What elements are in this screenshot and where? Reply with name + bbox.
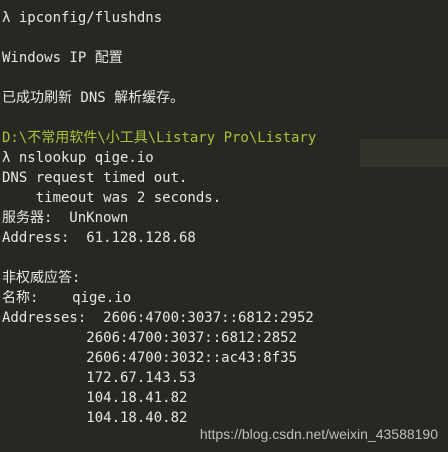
terminal-line-address: 104.18.40.82 bbox=[2, 410, 188, 426]
terminal-line-server: 服务器: UnKnown bbox=[2, 210, 129, 226]
terminal-line-name: 名称: qige.io bbox=[2, 290, 132, 306]
terminal-line-command-nslookup: λ nslookup qige.io bbox=[2, 150, 154, 166]
terminal-line-address: 104.18.41.82 bbox=[2, 390, 188, 406]
terminal-line-address: 172.67.143.53 bbox=[2, 370, 196, 386]
terminal-line-server-address: Address: 61.128.128.68 bbox=[2, 230, 196, 246]
terminal-line-command-flushdns: λ ipconfig/flushdns bbox=[2, 10, 163, 26]
terminal-line-flush-success: 已成功刷新 DNS 解析缓存。 bbox=[2, 90, 185, 106]
terminal-line-timeout: DNS request timed out. bbox=[2, 170, 188, 186]
terminal-line-addresses: Addresses: 2606:4700:3037::6812:2952 bbox=[2, 310, 314, 326]
watermark-url: https://blog.csdn.net/weixin_43588190 bbox=[199, 426, 438, 442]
terminal-line-non-authoritative: 非权威应答: bbox=[2, 270, 81, 286]
terminal-window[interactable]: λ ipconfig/flushdns Windows IP 配置 已成功刷新 … bbox=[0, 0, 448, 452]
terminal-line-address: 2606:4700:3032::ac43:8f35 bbox=[2, 350, 298, 366]
terminal-line-ip-config-title: Windows IP 配置 bbox=[2, 50, 123, 66]
background-overlap-band bbox=[360, 139, 448, 167]
terminal-line-timeout-detail: timeout was 2 seconds. bbox=[2, 190, 222, 206]
terminal-line-address: 2606:4700:3037::6812:2852 bbox=[2, 330, 298, 346]
terminal-line-current-directory: D:\不常用软件\小工具\Listary Pro\Listary bbox=[2, 130, 317, 146]
